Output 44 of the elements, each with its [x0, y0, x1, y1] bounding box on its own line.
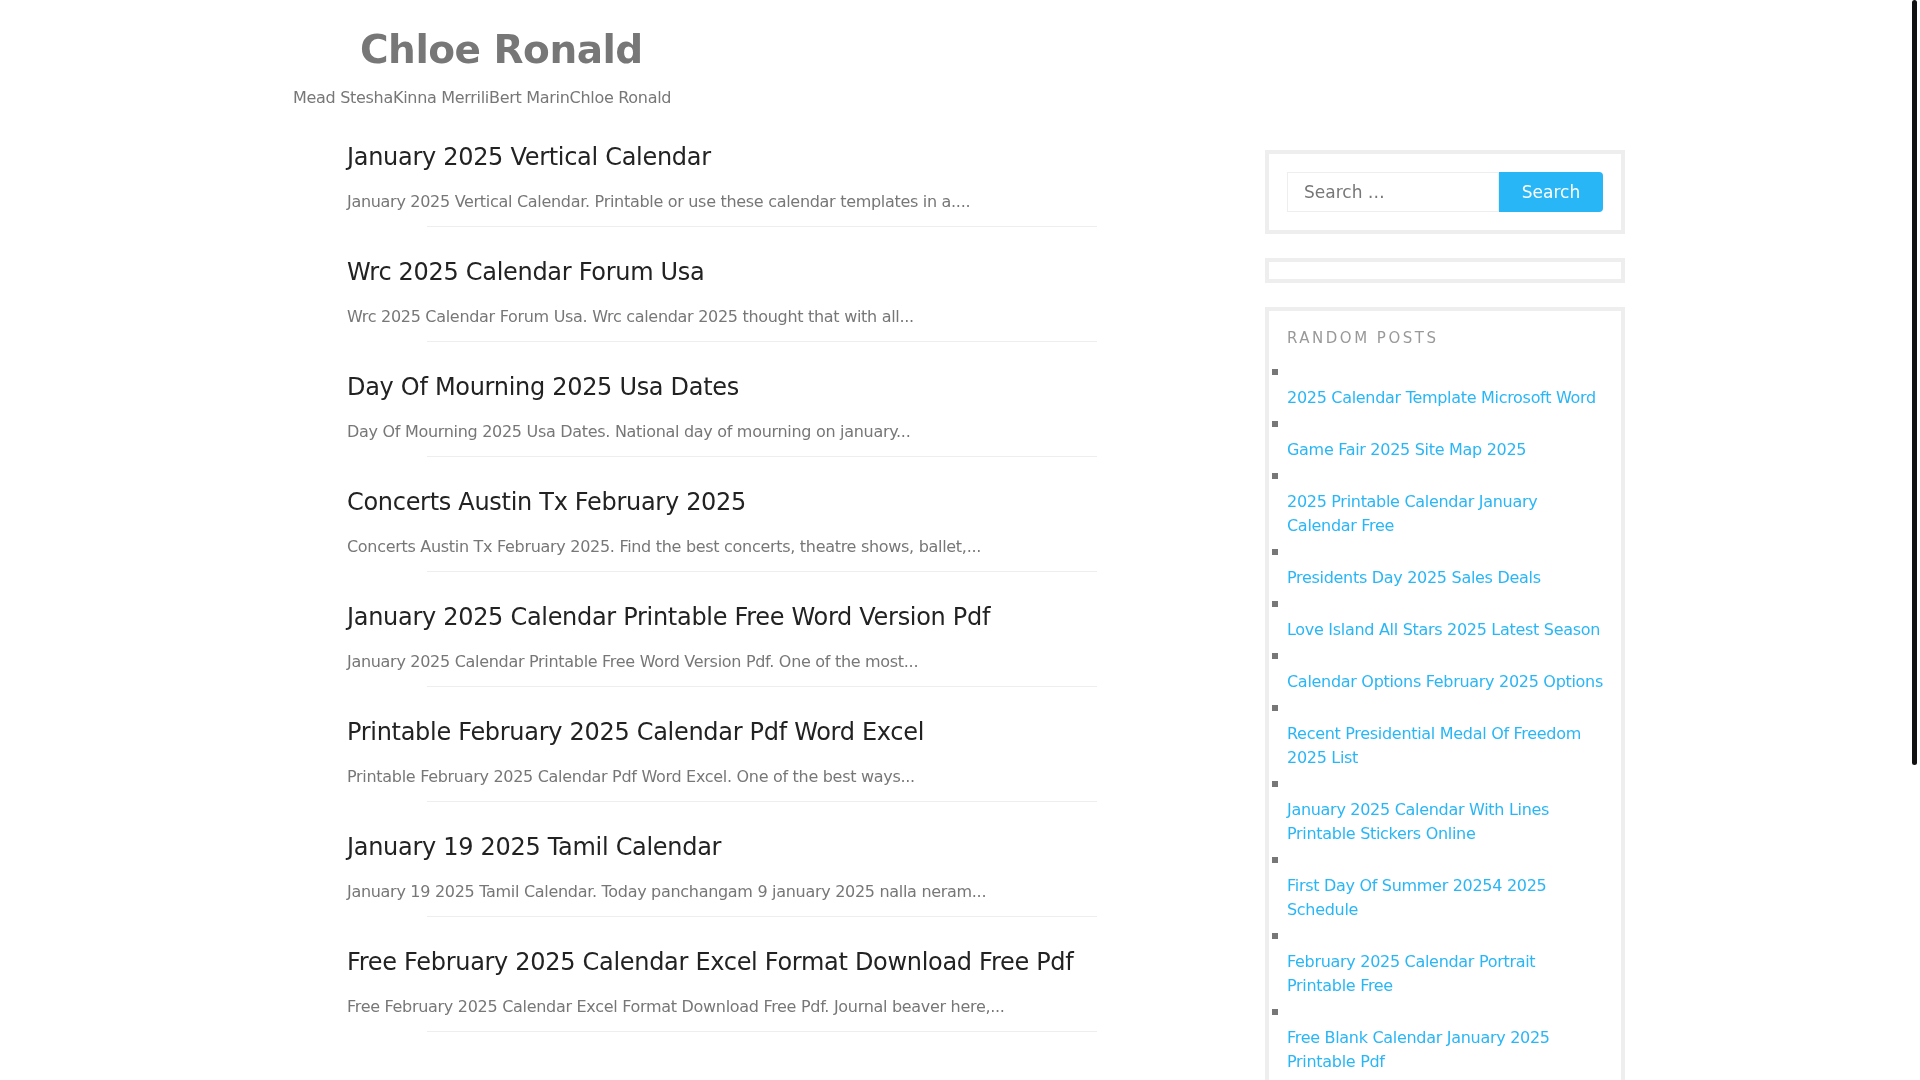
bullet-icon: [1272, 857, 1278, 863]
post-title[interactable]: January 2025 Calendar Printable Free Word Version Pdf: [347, 600, 1167, 634]
post-excerpt: January 2025 Calendar Printable Free Word Version Pdf. One of the most...: [347, 651, 920, 673]
post-link[interactable]: First Day Of Summer 20254 2025 Schedule: [1287, 874, 1603, 922]
post-link[interactable]: 2025 Printable Calendar January Calendar Free: [1287, 490, 1603, 538]
post-title[interactable]: Printable February 2025 Calendar Pdf Word Excel: [347, 715, 1167, 749]
post-title[interactable]: Concerts Austin Tx February 2025: [347, 485, 1167, 519]
post-link[interactable]: Love Island All Stars 2025 Latest Season: [1287, 618, 1603, 642]
post-link[interactable]: January 2025 Calendar With Lines Printable Stickers Online: [1287, 798, 1603, 846]
bullet-icon: [1272, 933, 1278, 939]
post-link[interactable]: Game Fair 2025 Site Map 2025: [1287, 438, 1603, 462]
post-title[interactable]: Day Of Mourning 2025 Usa Dates: [347, 370, 1167, 404]
post-link[interactable]: 2025 Calendar Template Microsoft Word: [1287, 386, 1603, 410]
post-excerpt: January 19 2025 Tamil Calendar. Today panchangam 9 january 2025 nalla neram...: [347, 881, 988, 903]
search-button[interactable]: Search: [1499, 172, 1603, 212]
bullet-icon: [1272, 421, 1278, 427]
bullet-icon: [1272, 549, 1278, 555]
post-title[interactable]: Free February 2025 Calendar Excel Format Download Free Pdf: [347, 945, 1167, 979]
bullet-icon: [1272, 653, 1278, 659]
post-link[interactable]: February 2025 Calendar Portrait Printable Free: [1287, 950, 1603, 998]
post-excerpt: Free February 2025 Calendar Excel Format Download Free Pdf. Journal beaver here,...: [347, 996, 1006, 1018]
post-link[interactable]: Calendar Options February 2025 Options: [1287, 670, 1603, 694]
post-link[interactable]: Free Blank Calendar January 2025 Printable Pdf: [1287, 1026, 1603, 1074]
bullet-icon: [1272, 1009, 1278, 1015]
bullet-icon: [1272, 473, 1278, 479]
search-field[interactable]: Search …: [1287, 172, 1499, 212]
post-excerpt: Day Of Mourning 2025 Usa Dates. National day of mourning on january...: [347, 421, 912, 443]
bullet-icon: [1272, 781, 1278, 787]
post-excerpt: Wrc 2025 Calendar Forum Usa. Wrc calendar 2025 thought that with all...: [347, 306, 915, 328]
bullet-icon: [1272, 369, 1278, 375]
bullet-icon: [1272, 601, 1278, 607]
scrollbar[interactable]: [1912, 0, 1917, 765]
post-title[interactable]: Wrc 2025 Calendar Forum Usa: [347, 255, 1167, 289]
post-title[interactable]: January 2025 Vertical Calendar: [347, 140, 1167, 174]
site-title[interactable]: Chloe Ronald: [360, 24, 643, 76]
site-description: Mead SteshaKinna MerriliBert MarinChloe Ronald: [293, 88, 672, 107]
post-link[interactable]: Recent Presidential Medal Of Freedom 2025 List: [1287, 722, 1603, 770]
post-excerpt: January 2025 Vertical Calendar. Printable or use these calendar templates in a....: [347, 191, 972, 213]
post-excerpt: Printable February 2025 Calendar Pdf Word Excel. One of the best ways...: [347, 766, 916, 788]
post-link[interactable]: Presidents Day 2025 Sales Deals: [1287, 566, 1603, 590]
post-excerpt: Concerts Austin Tx February 2025. Find the best concerts, theatre shows, ballet,...: [347, 536, 982, 558]
bullet-icon: [1272, 705, 1278, 711]
widget-heading: RANDOM POSTS: [1287, 329, 1440, 347]
post-title[interactable]: January 19 2025 Tamil Calendar: [347, 830, 1167, 864]
